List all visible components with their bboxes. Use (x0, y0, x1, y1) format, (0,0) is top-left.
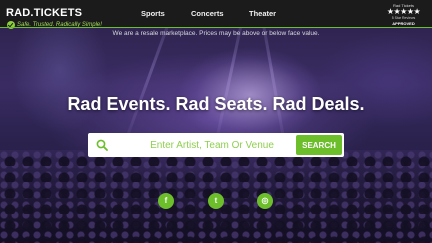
nav-concerts[interactable]: Concerts (191, 9, 224, 18)
approved-label: APPROVED (392, 21, 415, 26)
rating-badge[interactable]: Rad Tickets ★★★★★ 5 Star Reviews APPROVE… (381, 3, 426, 27)
nav-theater[interactable]: Theater (249, 9, 276, 18)
search-bar: SEARCH (88, 133, 344, 157)
star-rating-icon: ★★★★★ (386, 7, 421, 16)
facebook-icon[interactable]: f (158, 193, 174, 209)
instagram-icon[interactable]: ◎ (257, 193, 273, 209)
site-logo[interactable]: RAD.TICKETS Safe. Trusted. Radically Sim… (6, 3, 102, 29)
hero-title: Rad Events. Rad Seats. Rad Deals. (67, 94, 365, 114)
nav-sports[interactable]: Sports (141, 9, 165, 18)
site-header: RAD.TICKETS Safe. Trusted. Radically Sim… (0, 0, 432, 29)
rating-captions: 5 Star Reviews APPROVED (381, 16, 426, 27)
search-button[interactable]: SEARCH (296, 135, 342, 155)
resale-notice: We are a resale marketplace. Prices may … (112, 30, 320, 37)
search-icon (96, 139, 108, 151)
twitter-icon[interactable]: t (208, 193, 224, 209)
search-input[interactable] (118, 135, 306, 155)
header-accent-line (0, 27, 432, 28)
rating-left-caption: 5 Star Reviews (391, 16, 416, 20)
